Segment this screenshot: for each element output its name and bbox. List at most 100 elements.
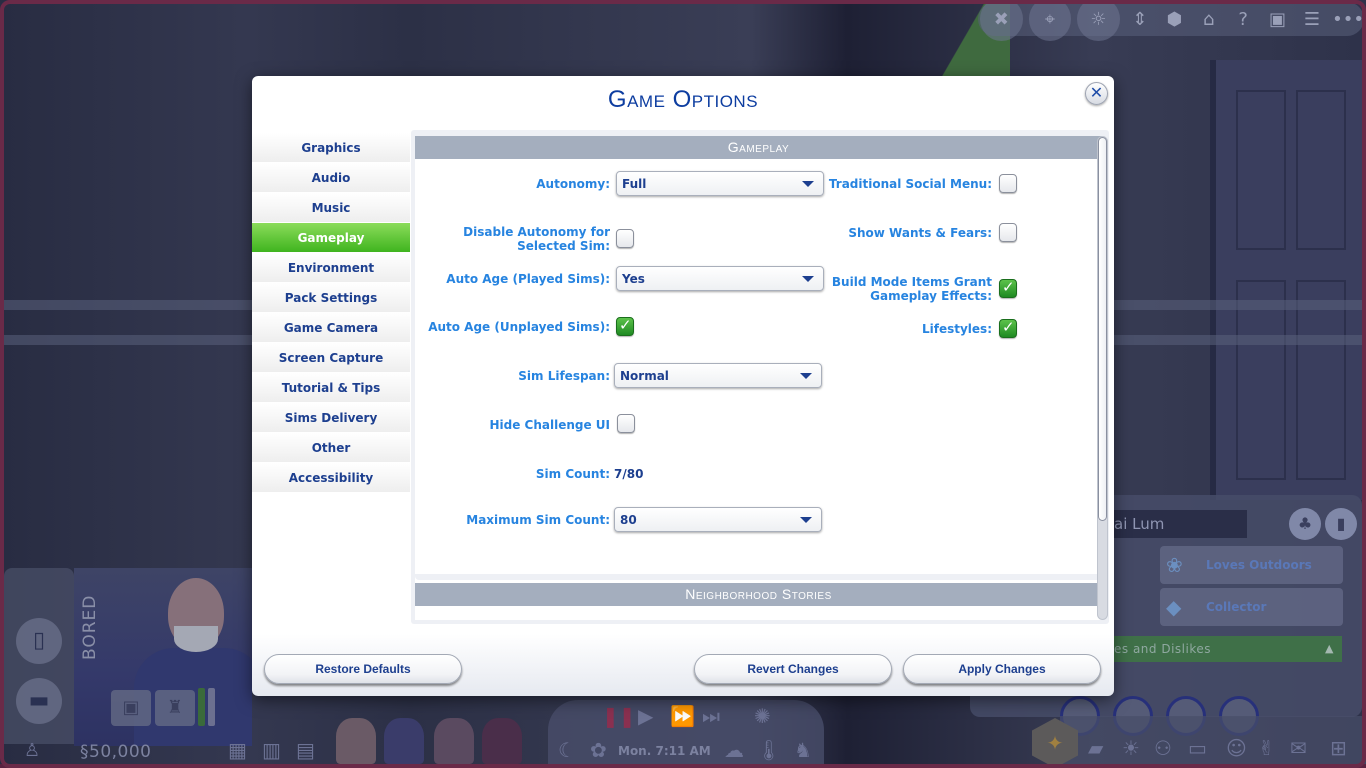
section-divider bbox=[415, 574, 1102, 580]
household-sim-portrait[interactable] bbox=[336, 718, 376, 764]
dropdown-arrow-icon bbox=[802, 181, 814, 187]
cash-register-icon[interactable]: ⊞ bbox=[1330, 736, 1347, 760]
revert-changes-button[interactable]: Revert Changes bbox=[694, 654, 892, 684]
sidebar-item-tutorial-tips[interactable]: Tutorial & Tips bbox=[252, 373, 410, 403]
sim-count-value: 7/80 bbox=[614, 467, 644, 481]
options-scrollbar[interactable] bbox=[1097, 136, 1108, 620]
options-scroll-area: Gameplay Autonomy: Full Disable Autonomy… bbox=[415, 136, 1102, 620]
camera-icon[interactable]: ▣ bbox=[1263, 3, 1291, 35]
options-sidebar: Graphics Audio Music Gameplay Environmen… bbox=[252, 133, 410, 493]
trait-item[interactable]: ❀ Loves Outdoors bbox=[1160, 546, 1343, 584]
season-flower-icon[interactable]: ✿ bbox=[590, 738, 607, 762]
traditional-social-menu-label: Traditional Social Menu: bbox=[828, 177, 992, 191]
sim-name-field[interactable]: ai Lum bbox=[1110, 510, 1247, 538]
checkmark-icon: ✓ bbox=[619, 316, 632, 334]
scrollbar-thumb[interactable] bbox=[1098, 137, 1107, 521]
floor-up-down-icon[interactable]: ⇕ bbox=[1126, 3, 1154, 35]
sidebar-item-other[interactable]: Other bbox=[252, 433, 410, 463]
temperature-icon[interactable]: 🌡 bbox=[756, 738, 781, 762]
cube-view-icon[interactable]: ⬢ bbox=[1160, 3, 1188, 35]
label-line: Gameplay Effects: bbox=[870, 289, 992, 303]
moodlet-picture-icon[interactable]: ▣ bbox=[111, 690, 151, 726]
fast-forward-icon[interactable]: ⏩ bbox=[670, 704, 695, 728]
baby-icon[interactable]: ♙ bbox=[24, 740, 40, 761]
list-icon[interactable]: ☰ bbox=[1298, 3, 1326, 35]
map-view-icon[interactable]: ⌖ bbox=[1028, 0, 1072, 41]
dropdown-arrow-icon bbox=[800, 517, 812, 523]
sidebar-item-pack-settings[interactable]: Pack Settings bbox=[252, 283, 410, 313]
moon-phase-icon[interactable]: ☾ bbox=[558, 738, 576, 762]
phone-grid-icon[interactable]: ▥ bbox=[262, 738, 281, 762]
sidebar-item-graphics[interactable]: Graphics bbox=[252, 133, 410, 163]
auto-age-played-value: Yes bbox=[622, 272, 645, 286]
traditional-social-menu-checkbox[interactable] bbox=[999, 174, 1017, 193]
career-icon[interactable]: ▰ bbox=[1088, 736, 1103, 760]
background-door bbox=[1210, 60, 1366, 500]
collector-gem-icon: ◆ bbox=[1166, 595, 1182, 619]
dropdown-arrow-icon bbox=[802, 276, 814, 282]
close-icon: ✕ bbox=[1089, 83, 1104, 102]
restore-defaults-button[interactable]: Restore Defaults bbox=[264, 654, 462, 684]
sidebar-item-game-camera[interactable]: Game Camera bbox=[252, 313, 410, 343]
help-icon[interactable]: ? bbox=[1229, 3, 1257, 35]
sidebar-item-audio[interactable]: Audio bbox=[252, 163, 410, 193]
close-button[interactable]: ✕ bbox=[1085, 82, 1108, 105]
social-bubble-icon[interactable]: ✉ bbox=[1290, 736, 1307, 760]
trait-label: Loves Outdoors bbox=[1206, 558, 1312, 572]
footprint-icon[interactable]: ♞ bbox=[794, 738, 812, 762]
events-calendar-icon[interactable]: ▤ bbox=[296, 738, 315, 762]
sidebar-item-sims-delivery[interactable]: Sims Delivery bbox=[252, 403, 410, 433]
game-clock: Mon. 7:11 AM bbox=[618, 744, 711, 758]
build-mode-items-checkbox[interactable]: ✓ bbox=[999, 278, 1017, 298]
likes-dislikes-label: es and Dislikes bbox=[1114, 642, 1211, 656]
household-sim-portrait[interactable] bbox=[384, 718, 424, 764]
skills-icon[interactable]: ✌ bbox=[1258, 736, 1275, 760]
weather-icon[interactable]: ☁ bbox=[724, 738, 744, 762]
apply-changes-button[interactable]: Apply Changes bbox=[903, 654, 1101, 684]
inventory-box-icon[interactable]: ▭ bbox=[1188, 736, 1207, 760]
sim-info-head-icon[interactable]: ☺ bbox=[1226, 736, 1247, 760]
lifestyles-checkbox[interactable]: ✓ bbox=[999, 318, 1017, 338]
stats-icon[interactable]: ▮ bbox=[1325, 508, 1357, 540]
hide-challenge-ui-checkbox[interactable] bbox=[617, 414, 635, 433]
sim-lifespan-dropdown[interactable]: Normal bbox=[614, 363, 822, 388]
ultra-speed-icon[interactable]: ⏭ bbox=[702, 704, 720, 728]
camera-shutter-icon[interactable]: ✺ bbox=[754, 704, 771, 728]
label-line: Selected Sim: bbox=[517, 239, 610, 253]
checkmark-icon: ✓ bbox=[1002, 278, 1015, 296]
more-options-icon[interactable]: ••• bbox=[1332, 3, 1364, 35]
auto-age-unplayed-checkbox[interactable]: ✓ bbox=[616, 316, 634, 336]
sidebar-item-music[interactable]: Music bbox=[252, 193, 410, 223]
home-icon[interactable]: ⌂ bbox=[1195, 3, 1223, 35]
aspiration-lightbulb-icon[interactable]: ☼ bbox=[1077, 0, 1120, 41]
relationships-icon[interactable]: ⚇ bbox=[1154, 736, 1172, 760]
trait-item[interactable]: ◆ Collector bbox=[1160, 588, 1343, 626]
section-header-gameplay: Gameplay bbox=[415, 136, 1102, 159]
section-header-neighborhood-stories[interactable]: Neighborhood Stories bbox=[415, 583, 1102, 606]
show-wants-fears-checkbox[interactable] bbox=[999, 223, 1017, 242]
top-toolbar: ✖ ⌖ ☼ ⇕ ⬢ ⌂ ? ▣ ☰ ••• bbox=[978, 0, 1364, 41]
play-icon[interactable]: ▶ bbox=[638, 704, 653, 728]
aspiration-icon[interactable]: ☀ bbox=[1122, 736, 1140, 760]
sidebar-item-screen-capture[interactable]: Screen Capture bbox=[252, 343, 410, 373]
household-sim-portrait[interactable] bbox=[434, 718, 474, 764]
sim-lifespan-value: Normal bbox=[620, 369, 669, 383]
likes-dislikes-header[interactable]: es and Dislikes ▲ bbox=[1110, 636, 1342, 662]
sidebar-item-environment[interactable]: Environment bbox=[252, 253, 410, 283]
inventory-icon[interactable]: ▬ bbox=[16, 678, 62, 724]
autonomy-dropdown[interactable]: Full bbox=[616, 171, 824, 196]
moodlet-trophy-icon[interactable]: ♜ bbox=[155, 690, 195, 726]
household-sim-portrait[interactable] bbox=[482, 718, 522, 764]
auto-age-unplayed-label: Auto Age (Unplayed Sims): bbox=[428, 320, 610, 334]
disable-autonomy-checkbox[interactable] bbox=[616, 229, 634, 248]
max-sim-count-dropdown[interactable]: 80 bbox=[614, 507, 822, 532]
pause-icon[interactable]: ❚❚ bbox=[602, 704, 636, 728]
calendar-icon[interactable]: ▦ bbox=[228, 738, 247, 762]
options-content-pane: Gameplay Autonomy: Full Disable Autonomy… bbox=[411, 130, 1109, 624]
build-mode-icon[interactable]: ✖ bbox=[980, 0, 1023, 41]
phone-icon[interactable]: ▯ bbox=[16, 618, 62, 664]
sidebar-item-accessibility[interactable]: Accessibility bbox=[252, 463, 410, 493]
sidebar-item-gameplay[interactable]: Gameplay bbox=[252, 223, 410, 253]
family-tree-icon[interactable]: ♣ bbox=[1289, 508, 1321, 540]
auto-age-played-dropdown[interactable]: Yes bbox=[616, 266, 824, 291]
